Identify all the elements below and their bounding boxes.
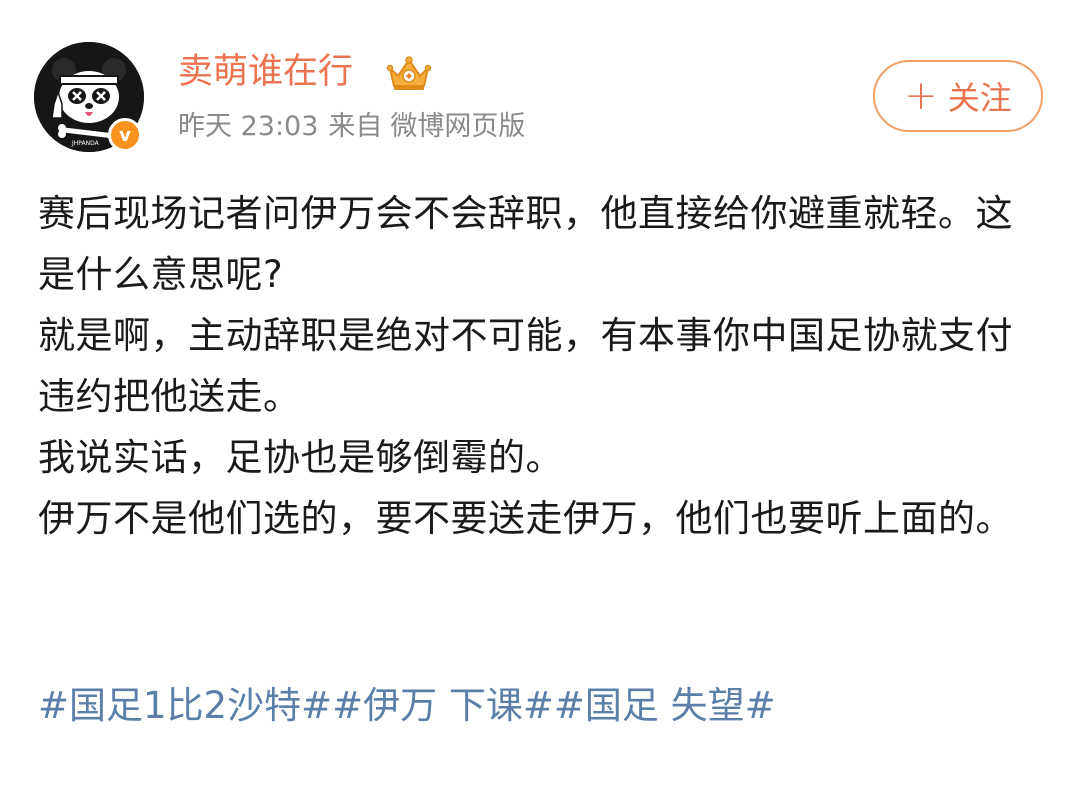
crown-badge-icon[interactable] [384,52,434,94]
follow-button[interactable]: + 关注 [873,60,1043,132]
follow-label: 关注 [947,79,1012,117]
user-name[interactable]: 卖萌谁在行 [178,48,353,96]
verified-v-icon: v [108,118,142,152]
svg-text:JHPANDA: JHPANDA [71,140,100,147]
user-avatar[interactable]: JHPANDA v [34,42,144,152]
plus-icon: + [904,73,938,119]
weibo-post: JHPANDA v 卖萌谁在行 昨天 23:03 来自 微博网页版 + 关注 赛后现… [0,0,1080,786]
hashtag-link[interactable]: #国足1比2沙特# [38,684,332,727]
post-source: 微博网页版 [390,111,526,142]
source-prefix: 来自 [328,111,383,142]
hashtag-list: #国足1比2沙特##伊万 下课##国足 失望# [38,678,776,734]
content-paragraph: 伊万不是他们选的，要不要送走伊万，他们也要听上面的。 [38,497,1013,540]
content-paragraph: 赛后现场记者问伊万会不会辞职，他直接给你避重就轻。这是什么意思呢? [38,192,1013,296]
post-time: 昨天 23:03 [178,111,319,142]
post-header: JHPANDA v 卖萌谁在行 昨天 23:03 来自 微博网页版 + 关注 [34,42,1054,152]
content-paragraph: 就是啊，主动辞职是绝对不可能，有本事你中国足协就支付违约把他送走。 [38,314,1013,418]
post-content: 赛后现场记者问伊万会不会辞职，他直接给你避重就轻。这是什么意思呢? 就是啊，主动… [38,183,1038,549]
hashtag-link[interactable]: #伊万 下课# [332,684,554,727]
content-paragraph: 我说实话，足协也是够倒霉的。 [38,436,563,479]
hashtag-link[interactable]: #国足 失望# [554,684,776,727]
post-meta: 昨天 23:03 来自 微博网页版 [178,108,525,146]
